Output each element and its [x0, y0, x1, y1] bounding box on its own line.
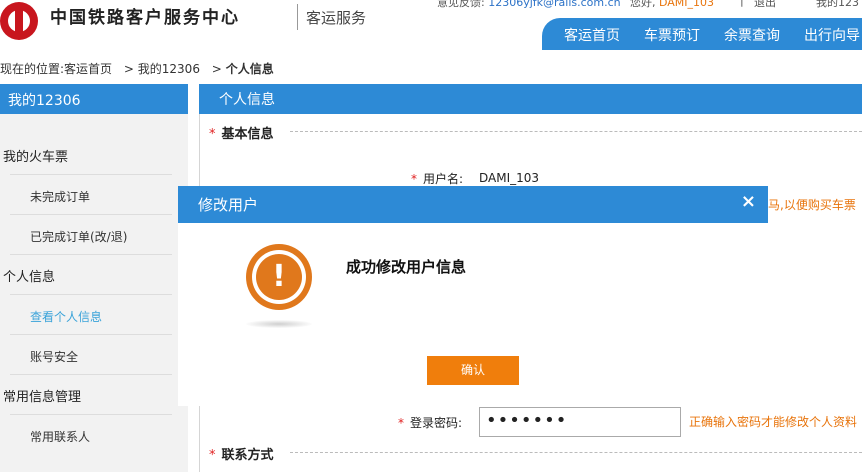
dialog-title: 修改用户 [198, 196, 259, 214]
breadcrumb-current: 个人信息 [225, 62, 274, 76]
railway-logo-icon[interactable] [0, 2, 38, 40]
sidebar-item-view-info[interactable]: 查看个人信息 [30, 308, 172, 325]
sidebar-title: 我的12306 [0, 84, 188, 114]
required-mark: * [398, 416, 404, 430]
password-label-text: 登录密码: [410, 416, 463, 430]
sidebar-item-unfinished-orders[interactable]: 未完成订单 [30, 188, 172, 205]
sidebar-divider [10, 174, 172, 175]
breadcrumb-home[interactable]: 客运首页 [64, 62, 112, 76]
username-label: * 用户名: [411, 170, 463, 187]
header-divider: | [740, 0, 744, 7]
sidebar-item-finished-orders[interactable]: 已完成订单(改/退) [30, 228, 172, 245]
sidebar-group-personal-info[interactable]: 个人信息 [3, 266, 181, 285]
close-icon[interactable]: × [741, 191, 756, 212]
username-link[interactable]: DAMI_103 [659, 0, 714, 9]
sidebar-divider [10, 374, 172, 375]
main-nav: 客运首页 车票预订 余票查询 出行向导 [542, 18, 862, 50]
greeting-text: 您好, [630, 0, 656, 9]
section-contact: * 联系方式 [209, 444, 274, 463]
username-value: DAMI_103 [479, 171, 540, 185]
icon-shadow [246, 320, 312, 328]
exclamation-glyph: ! [256, 254, 302, 300]
sidebar: 我的12306 我的火车票 未完成订单 已完成订单(改/退) 个人信息 查看个人… [0, 84, 188, 472]
greeting-line: 您好, DAMI_103 [630, 0, 714, 10]
breadcrumb-sep: > [211, 62, 222, 76]
site-title: 中国铁路客户服务中心 [50, 8, 240, 28]
password-hint: 正确输入密码才能修改个人资料 [689, 415, 858, 429]
site-header: 中国铁路客户服务中心 客运服务 意见反馈: 12306yjfk@rails.co… [0, 0, 862, 50]
sidebar-divider [10, 254, 172, 255]
site-subtitle: 客运服务 [306, 9, 367, 27]
my12306-top-link[interactable]: 我的123 [816, 0, 859, 10]
logout-link[interactable]: 退出 [754, 0, 776, 10]
password-input[interactable]: ••••••• [479, 407, 681, 437]
phone-hint: 马,以便购买车票 [768, 198, 856, 212]
password-label: * 登录密码: [398, 414, 462, 431]
sidebar-item-contacts[interactable]: 常用联系人 [30, 428, 172, 445]
breadcrumb: 现在的位置:客运首页 > 我的12306 > 个人信息 [0, 60, 274, 77]
feedback-email-link[interactable]: 12306yjfk@rails.com.cn [488, 0, 620, 9]
section-divider [290, 131, 862, 132]
sidebar-item-account-security[interactable]: 账号安全 [30, 348, 172, 365]
sidebar-divider [10, 414, 172, 415]
sidebar-group-common-info[interactable]: 常用信息管理 [3, 386, 181, 405]
main-panel-title: 个人信息 [199, 84, 862, 114]
section-contact-label: 联系方式 [221, 448, 274, 463]
warning-icon: ! [246, 244, 312, 310]
feedback-line: 意见反馈: 12306yjfk@rails.com.cn [437, 0, 621, 10]
sidebar-group-tickets[interactable]: 我的火车票 [3, 146, 181, 165]
breadcrumb-prefix: 现在的位置: [0, 62, 65, 76]
sidebar-divider [10, 294, 172, 295]
logo-divider [297, 4, 298, 30]
breadcrumb-sep: > [123, 62, 134, 76]
modify-user-dialog: 修改用户 × ! 成功修改用户信息 确认 [178, 186, 768, 406]
username-label-text: 用户名: [423, 172, 464, 186]
sidebar-divider [10, 214, 172, 215]
required-mark: * [209, 127, 216, 142]
nav-booking[interactable]: 车票预订 [644, 25, 700, 45]
required-mark: * [411, 172, 417, 186]
nav-ticket-query[interactable]: 余票查询 [724, 25, 780, 45]
section-basic-info-label: 基本信息 [221, 127, 274, 142]
dialog-message: 成功修改用户信息 [346, 258, 467, 276]
section-divider [290, 452, 862, 453]
nav-home[interactable]: 客运首页 [564, 25, 620, 45]
feedback-label: 意见反馈: [437, 0, 485, 9]
dialog-header: 修改用户 × [178, 186, 768, 223]
nav-guide[interactable]: 出行向导 [804, 25, 860, 45]
section-basic-info: * 基本信息 [209, 123, 274, 142]
required-mark: * [209, 448, 216, 463]
sidebar-divider [10, 334, 172, 335]
confirm-button[interactable]: 确认 [427, 356, 519, 385]
breadcrumb-my12306[interactable]: 我的12306 [138, 62, 200, 76]
